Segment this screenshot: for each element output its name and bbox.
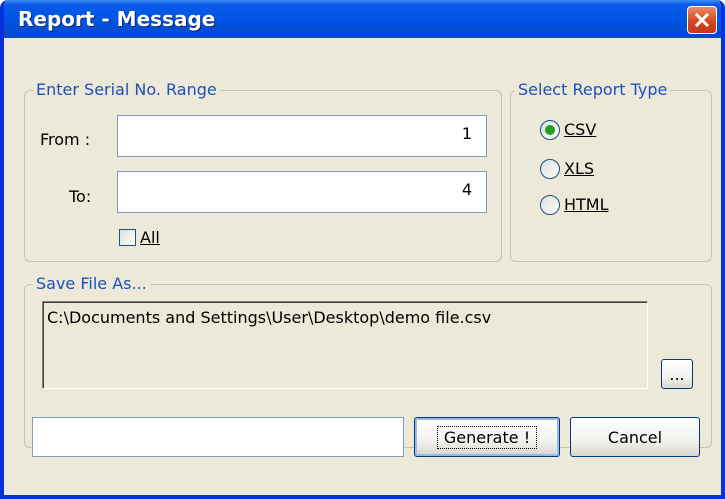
browse-button[interactable]: ... <box>661 359 693 389</box>
generate-button-label: Generate ! <box>436 425 538 449</box>
csv-radio[interactable] <box>540 120 560 140</box>
status-field[interactable] <box>32 417 404 457</box>
cancel-button-label: Cancel <box>607 427 663 447</box>
html-label-text: HTML <box>564 195 609 214</box>
title-bar[interactable]: Report - Message <box>4 0 721 38</box>
xls-label[interactable]: XLS <box>564 159 594 179</box>
generate-button[interactable]: Generate ! <box>414 417 560 457</box>
html-radio[interactable] <box>540 195 560 215</box>
all-label[interactable]: All <box>140 228 160 248</box>
report-type-group: Select Report Type <box>510 80 712 262</box>
browse-button-label: ... <box>669 364 685 384</box>
from-input[interactable]: 1 <box>117 115 487 157</box>
csv-radio-dot <box>545 125 555 135</box>
serial-range-group-label: Enter Serial No. Range <box>33 80 220 100</box>
csv-label-text: CSV <box>564 120 597 139</box>
report-message-dialog: Report - Message Enter Serial No. Range … <box>0 0 725 499</box>
save-file-group-label: Save File As... <box>33 274 150 294</box>
save-path-field[interactable]: C:\Documents and Settings\User\Desktop\d… <box>42 301 648 389</box>
cancel-button[interactable]: Cancel <box>570 417 700 457</box>
dialog-body: Enter Serial No. Range From : 1 To: 4 Al… <box>4 38 721 495</box>
to-label-text: To: <box>69 187 92 206</box>
all-checkbox[interactable] <box>119 229 136 246</box>
close-button[interactable] <box>687 6 717 34</box>
xls-radio[interactable] <box>540 159 560 179</box>
window-title: Report - Message <box>18 7 216 31</box>
from-label: From : <box>40 130 90 150</box>
xls-label-text: XLS <box>564 159 595 178</box>
to-input[interactable]: 4 <box>117 171 487 213</box>
report-type-group-label: Select Report Type <box>515 80 671 100</box>
csv-label[interactable]: CSV <box>564 120 596 140</box>
to-label: To: <box>69 187 91 207</box>
close-icon <box>694 12 710 28</box>
from-label-text: From : <box>40 130 91 149</box>
html-label[interactable]: HTML <box>564 195 609 215</box>
